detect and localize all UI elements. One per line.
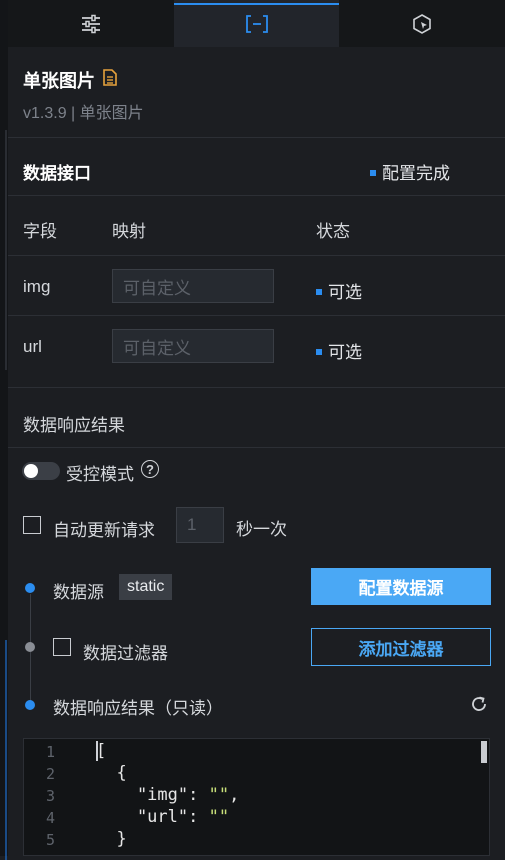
line-number: 2 [46, 765, 56, 783]
config-panel: 单张图片 v1.3.9 | 单张图片 数据接口 配置完成 字段 映射 状态 im… [8, 0, 505, 856]
tab-data[interactable] [173, 0, 340, 47]
line-number: 5 [46, 831, 56, 849]
code-line: } [96, 829, 127, 849]
controlled-mode-toggle[interactable] [22, 462, 60, 480]
edge-mark [5, 130, 7, 370]
interval-input[interactable]: 1 [176, 507, 224, 543]
status-dot [316, 288, 322, 295]
divider [8, 447, 505, 448]
tab-interaction[interactable] [339, 0, 505, 47]
left-edge-bar [0, 0, 8, 860]
tab-style[interactable] [8, 0, 174, 47]
edge-mark-active [5, 640, 7, 860]
component-version: v1.3.9 | 单张图片 [23, 105, 144, 122]
response-title: 数据响应结果 [23, 416, 125, 435]
status-dot [316, 348, 322, 355]
interval-value: 1 [187, 515, 197, 534]
mapping-input-img[interactable]: 可自定义 [112, 269, 274, 303]
toggle-knob [24, 464, 38, 478]
column-header-mapping: 映射 [112, 222, 146, 241]
field-status-text: 可选 [328, 283, 362, 302]
code-line: { [96, 763, 127, 783]
input-placeholder: 可自定义 [123, 338, 191, 358]
column-header-field: 字段 [23, 222, 57, 241]
editor-gutter: 1 2 3 4 5 [24, 739, 78, 855]
sliders-icon [80, 14, 102, 34]
timeline-dot-source [25, 583, 35, 593]
component-title-text: 单张图片 [23, 71, 95, 91]
field-status: 可选 [316, 338, 362, 363]
status-dot [370, 169, 376, 176]
tab-bar [8, 0, 505, 47]
editor-scrollbar-thumb[interactable] [481, 741, 487, 763]
divider [8, 255, 505, 256]
code-line: [ [96, 741, 107, 761]
add-filter-button[interactable]: 添加过滤器 [311, 628, 491, 666]
result-label: 数据响应结果（只读） [53, 699, 223, 718]
cursor-icon [411, 13, 433, 35]
json-editor[interactable]: 1 2 3 4 5 [ { "img": "", "url": "" } [23, 738, 490, 856]
line-number: 3 [46, 787, 56, 805]
document-icon[interactable] [103, 69, 117, 91]
timeline-dot-result [25, 700, 35, 710]
bracket-icon [245, 14, 269, 34]
code-line: "url": "" [96, 807, 230, 827]
divider [8, 137, 505, 138]
field-status: 可选 [316, 278, 362, 303]
help-icon[interactable]: ? [141, 460, 159, 478]
data-interface-title: 数据接口 [23, 164, 91, 183]
column-header-status: 状态 [316, 222, 350, 241]
controlled-mode-label: 受控模式 [66, 465, 134, 484]
filter-checkbox[interactable] [53, 638, 71, 656]
divider [8, 315, 505, 316]
source-label: 数据源 [53, 583, 104, 602]
line-number: 4 [46, 809, 56, 827]
field-name: url [23, 337, 42, 356]
timeline-connector [30, 594, 31, 646]
field-name: img [23, 277, 51, 296]
code-line: "img": "", [96, 785, 240, 805]
component-title: 单张图片 [23, 67, 117, 93]
interval-unit: 秒一次 [236, 520, 287, 539]
mapping-input-url[interactable]: 可自定义 [112, 329, 274, 363]
input-placeholder: 可自定义 [123, 278, 191, 298]
divider [8, 387, 505, 388]
filter-label: 数据过滤器 [83, 644, 168, 663]
timeline-connector [30, 652, 31, 702]
config-status: 配置完成 [370, 159, 450, 184]
line-number: 1 [46, 743, 56, 761]
config-status-text: 配置完成 [382, 164, 450, 183]
refresh-icon[interactable] [469, 694, 489, 719]
auto-update-checkbox[interactable] [23, 516, 41, 534]
field-status-text: 可选 [328, 343, 362, 362]
source-type-tag: static [119, 574, 173, 600]
configure-source-button[interactable]: 配置数据源 [311, 568, 491, 605]
divider [8, 195, 505, 196]
timeline-dot-filter [25, 642, 35, 652]
auto-update-label: 自动更新请求 [53, 521, 155, 540]
